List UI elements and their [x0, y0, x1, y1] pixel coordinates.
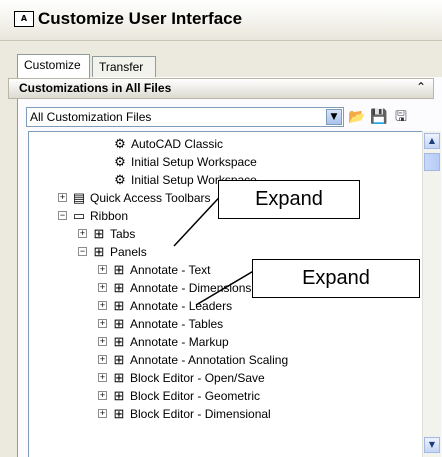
- expand-callout-ribbon: Expand: [218, 180, 360, 219]
- expand-callout-panels: Expand: [252, 259, 420, 298]
- tab-customize[interactable]: Customize: [17, 54, 90, 78]
